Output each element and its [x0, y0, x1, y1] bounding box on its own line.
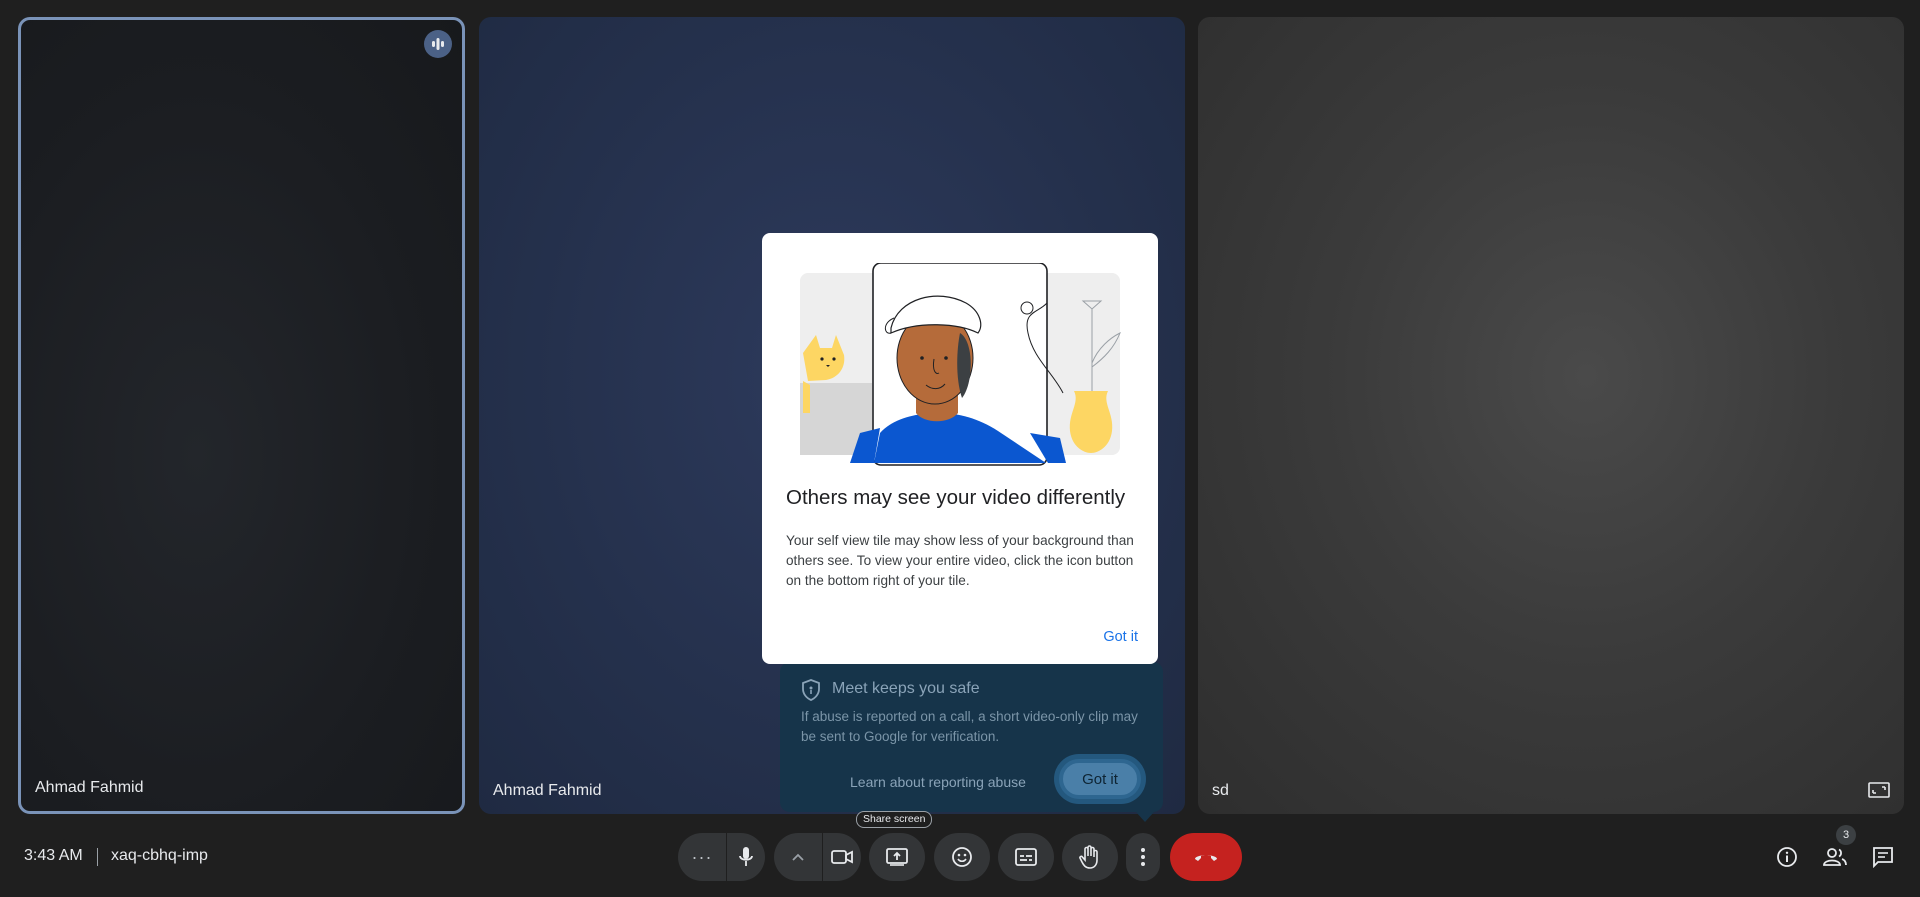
chevron-up-icon — [792, 853, 804, 861]
fit-frame-icon[interactable] — [1868, 782, 1890, 798]
participant-name: Ahmad Fahmid — [35, 779, 144, 796]
camera-button[interactable] — [823, 833, 861, 881]
captions-icon — [1015, 848, 1037, 866]
mic-button[interactable] — [727, 833, 765, 881]
share-screen-tooltip: Share screen — [856, 811, 933, 828]
present-icon — [886, 848, 908, 866]
dialog-body: Your self view tile may show less of you… — [786, 533, 1134, 588]
emoji-button[interactable] — [934, 833, 990, 881]
safety-pointer — [1136, 812, 1154, 822]
divider — [97, 848, 98, 866]
video-options-button[interactable] — [774, 833, 822, 881]
safety-got-it-button[interactable]: Got it — [1059, 759, 1141, 799]
self-video-tile[interactable]: Ahmad Fahmid — [18, 17, 465, 814]
clock: 3:43 AM — [24, 847, 83, 864]
more-vert-icon — [1141, 848, 1145, 866]
chat-icon — [1873, 847, 1893, 868]
raise-hand-icon — [1079, 845, 1098, 869]
meeting-code: xaq-cbhq-imp — [111, 847, 208, 864]
dialog-got-it-button[interactable]: Got it — [1103, 629, 1138, 645]
participant-count-badge: 3 — [1836, 825, 1856, 845]
shield-icon — [802, 679, 820, 701]
camera-icon — [831, 850, 853, 864]
end-call-icon — [1195, 855, 1217, 861]
raise-hand-button[interactable] — [1062, 833, 1118, 881]
learn-reporting-link[interactable]: Learn about reporting abuse — [850, 774, 1026, 790]
leave-call-button[interactable] — [1170, 833, 1242, 881]
participant-name: sd — [1212, 782, 1229, 799]
info-icon — [1777, 847, 1797, 867]
speaking-icon — [424, 30, 452, 58]
self-view-illustration — [800, 263, 1121, 466]
safety-title: Meet keeps you safe — [832, 680, 980, 697]
participant-name: Ahmad Fahmid — [493, 782, 602, 799]
dialog-title: Others may see your video differently — [786, 486, 1126, 509]
emoji-icon — [952, 847, 972, 867]
mic-icon — [739, 847, 753, 866]
chat-button[interactable] — [1870, 844, 1896, 870]
captions-button[interactable] — [998, 833, 1054, 881]
safety-body: If abuse is reported on a call, a short … — [801, 709, 1138, 744]
participant-video-tile[interactable]: sd — [1198, 17, 1904, 814]
self-view-dialog: Others may see your video differently Yo… — [762, 233, 1158, 664]
audio-options-button[interactable]: ··· — [678, 833, 726, 881]
safety-notice: Meet keeps you safe If abuse is reported… — [780, 662, 1163, 812]
audio-options-icon: ··· — [691, 846, 713, 867]
present-button[interactable] — [869, 833, 925, 881]
people-button[interactable] — [1822, 844, 1848, 870]
more-options-button[interactable] — [1126, 833, 1160, 881]
people-icon — [1823, 848, 1847, 866]
meeting-details-button[interactable] — [1774, 844, 1800, 870]
